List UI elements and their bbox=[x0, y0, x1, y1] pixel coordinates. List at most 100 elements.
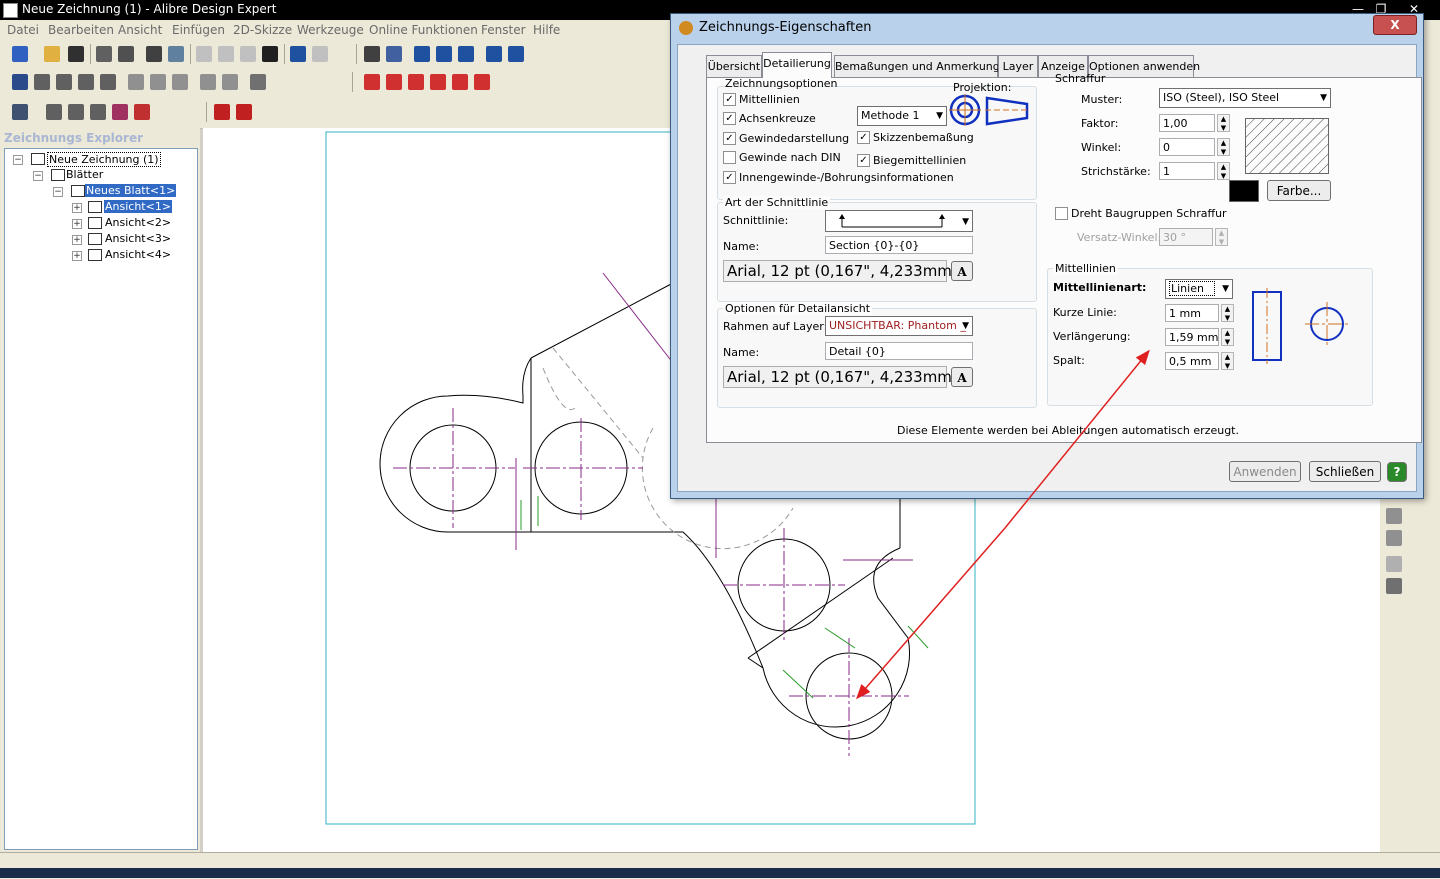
checkbox-innengewinde[interactable]: ✓ bbox=[723, 171, 736, 184]
standard-view-icon[interactable] bbox=[12, 74, 28, 90]
print-icon[interactable] bbox=[146, 46, 162, 62]
checkbox-gewindedarstellung[interactable]: ✓ bbox=[723, 132, 736, 145]
detail-name-input[interactable]: Detail {0} bbox=[825, 342, 973, 360]
menu-bearbeiten[interactable]: Bearbeiten bbox=[48, 23, 114, 37]
schnitt-font-button[interactable]: A bbox=[951, 261, 973, 281]
menu-fenster[interactable]: Fenster bbox=[481, 23, 526, 37]
detail-view-icon[interactable] bbox=[78, 74, 94, 90]
note-icon[interactable] bbox=[250, 74, 266, 90]
select-icon[interactable] bbox=[364, 46, 380, 62]
tree-item-view-4[interactable]: + Ansicht<4> bbox=[72, 248, 192, 263]
collapse-icon[interactable]: − bbox=[13, 155, 23, 165]
projected-view-icon[interactable] bbox=[34, 74, 50, 90]
bom-icon[interactable] bbox=[112, 104, 128, 120]
tree-item-sheet-1[interactable]: − Neues Blatt<1> bbox=[53, 184, 193, 199]
layout-icon[interactable] bbox=[12, 104, 28, 120]
line-style-icon[interactable] bbox=[474, 74, 490, 90]
table-icon[interactable] bbox=[134, 104, 150, 120]
strichstaerke-input[interactable]: 1 bbox=[1159, 162, 1215, 180]
collapse-icon[interactable]: − bbox=[53, 187, 63, 197]
zoom-window-icon[interactable] bbox=[386, 46, 402, 62]
fill-icon[interactable] bbox=[452, 74, 468, 90]
checkbox-biegemittellinien[interactable]: ✓ bbox=[857, 154, 870, 167]
checkbox-achsenkreuze[interactable]: ✓ bbox=[723, 112, 736, 125]
ordinate-icon[interactable] bbox=[150, 74, 166, 90]
text-icon[interactable] bbox=[430, 74, 446, 90]
pdf-export-icon[interactable] bbox=[214, 104, 230, 120]
paste-icon[interactable] bbox=[240, 46, 256, 62]
tab-detailierung[interactable]: Detailierung bbox=[762, 52, 832, 78]
ellipse-icon[interactable] bbox=[386, 74, 402, 90]
tree-item-view-2[interactable]: + Ansicht<2> bbox=[72, 216, 192, 231]
next-view-icon[interactable] bbox=[508, 46, 524, 62]
checkbox-gewinde-din[interactable] bbox=[723, 151, 736, 164]
checkbox-mittellinien[interactable]: ✓ bbox=[723, 93, 736, 106]
open-folder-icon[interactable] bbox=[44, 46, 60, 62]
menu-online-funktionen[interactable]: Online Funktionen bbox=[369, 23, 478, 37]
section-view-icon[interactable] bbox=[56, 74, 72, 90]
checkbox-skizzenbemassung[interactable]: ✓ bbox=[857, 131, 870, 144]
tree-item-drawing[interactable]: − Neue Zeichnung (1) bbox=[13, 152, 193, 167]
expand-icon[interactable]: + bbox=[72, 251, 82, 261]
expand-icon[interactable]: + bbox=[72, 235, 82, 245]
menu-werkzeuge[interactable]: Werkzeuge bbox=[297, 23, 364, 37]
spalt-spinner[interactable]: ▲ ▼ bbox=[1221, 352, 1234, 370]
tab-layer[interactable]: Layer bbox=[998, 55, 1038, 77]
faktor-spinner[interactable]: ▲ ▼ bbox=[1217, 114, 1230, 132]
previous-view-icon[interactable] bbox=[486, 46, 502, 62]
lock-icon[interactable] bbox=[1386, 556, 1402, 572]
align-icon[interactable] bbox=[90, 104, 106, 120]
print-preview-icon[interactable] bbox=[118, 46, 134, 62]
help-button[interactable]: ? bbox=[1387, 462, 1407, 482]
rahmen-select[interactable]: UNSICHTBAR: Phantom _ ▼ bbox=[825, 316, 973, 336]
dialog-close-button[interactable]: X bbox=[1373, 15, 1417, 35]
kurze-linie-input[interactable]: 1 mm bbox=[1165, 304, 1219, 322]
tab-uebersicht[interactable]: Übersicht bbox=[706, 55, 762, 77]
kurze-linie-spinner[interactable]: ▲ ▼ bbox=[1221, 304, 1234, 322]
strichstaerke-spinner[interactable]: ▲ ▼ bbox=[1217, 162, 1230, 180]
constraint-icon[interactable] bbox=[1386, 578, 1402, 594]
save-icon[interactable] bbox=[68, 46, 84, 62]
undo-icon[interactable] bbox=[290, 46, 306, 62]
chamfer-icon[interactable] bbox=[1386, 530, 1402, 546]
winkel-spinner[interactable]: ▲ ▼ bbox=[1217, 138, 1230, 156]
view-edit-icon[interactable] bbox=[68, 104, 84, 120]
page-setup-icon[interactable] bbox=[168, 46, 184, 62]
hole-callout-icon[interactable] bbox=[222, 74, 238, 90]
redo-icon[interactable] bbox=[312, 46, 328, 62]
tree-item-view-1[interactable]: + Ansicht<1> bbox=[72, 200, 192, 215]
spalt-input[interactable]: 0,5 mm bbox=[1165, 352, 1219, 370]
print-setup-icon[interactable] bbox=[96, 46, 112, 62]
broken-view-icon[interactable] bbox=[100, 74, 116, 90]
baseline-icon[interactable] bbox=[172, 74, 188, 90]
muster-select[interactable]: ISO (Steel), ISO Steel ▼ bbox=[1159, 88, 1331, 108]
schnittlinie-select[interactable]: ▼ bbox=[825, 210, 973, 232]
anwenden-button[interactable]: Anwenden bbox=[1229, 461, 1301, 482]
schnitt-name-input[interactable]: Section {0}-{0} bbox=[825, 236, 973, 254]
menu-hilfe[interactable]: Hilfe bbox=[533, 23, 560, 37]
tree-item-sheets[interactable]: − Blätter bbox=[33, 168, 193, 183]
dimension-icon[interactable] bbox=[128, 74, 144, 90]
menu-einfuegen[interactable]: Einfügen bbox=[172, 23, 225, 37]
verlaengerung-input[interactable]: 1,59 mm bbox=[1165, 328, 1219, 346]
schliessen-button[interactable]: Schließen bbox=[1309, 461, 1381, 482]
delete-icon[interactable] bbox=[262, 46, 278, 62]
faktor-input[interactable]: 1,00 bbox=[1159, 114, 1215, 132]
methode-select[interactable]: Methode 1 ▼ bbox=[857, 106, 947, 126]
cut-icon[interactable] bbox=[196, 46, 212, 62]
zoom-out-icon[interactable] bbox=[458, 46, 474, 62]
sheet-icon[interactable] bbox=[46, 104, 62, 120]
tab-bemassungen[interactable]: Bemaßungen und Anmerkungen bbox=[834, 55, 1013, 77]
menu-datei[interactable]: Datei bbox=[7, 23, 39, 37]
zoom-in-icon[interactable] bbox=[414, 46, 430, 62]
menu-2d-skizze[interactable]: 2D-Skizze bbox=[233, 23, 292, 37]
expand-icon[interactable]: + bbox=[72, 203, 82, 213]
tree-item-view-3[interactable]: + Ansicht<3> bbox=[72, 232, 192, 247]
detail-font-button[interactable]: A bbox=[951, 367, 973, 387]
menu-ansicht[interactable]: Ansicht bbox=[118, 23, 162, 37]
rectangle-icon[interactable] bbox=[408, 74, 424, 90]
winkel-input[interactable]: 0 bbox=[1159, 138, 1215, 156]
zoom-fit-icon[interactable] bbox=[436, 46, 452, 62]
corner-icon[interactable] bbox=[1386, 508, 1402, 524]
publish-icon[interactable] bbox=[236, 104, 252, 120]
